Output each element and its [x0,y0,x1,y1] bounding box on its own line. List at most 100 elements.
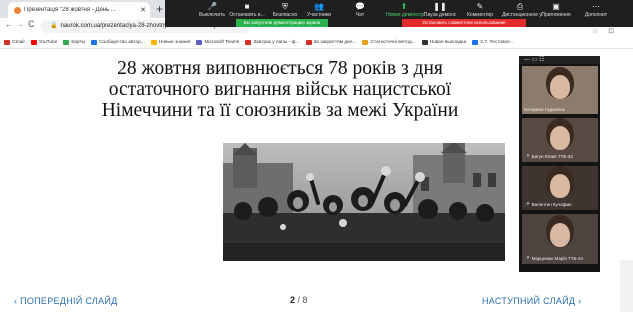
zoom-pause-label: Пауза демонс [423,12,457,18]
bookmarks-bar: Gmail YouTube Карты Сообщество автор... Новы… [0,36,633,49]
bookmark-label: Сообщество автор... [99,39,145,45]
muted-mic-icon: 🎤 [524,256,530,261]
zoom-participants-label: Участники [307,12,331,18]
participant-name-text: Бигун Юлия ТТБ-34 [531,154,573,159]
bookmark-label: Новая выкладка [429,39,467,45]
slide-heading-line: остаточного вигнання військ нацистської [108,79,452,100]
zoom-remote-label: Дистанционное у [502,12,542,18]
bookmark-label: Завтрак у папы - ф... [253,39,300,45]
bookmark-item[interactable]: За закриттям дел... [305,39,357,45]
participant-video-tile[interactable]: 🎤 Валентин Кучафин [522,166,598,210]
zoom-chat-button[interactable]: 💬 Чат [342,2,378,18]
bookmark-favicon-icon [421,39,428,45]
bookmark-item[interactable]: 3.7. Тестовое... [472,39,514,45]
bookmark-item[interactable]: Статистичні метод... [362,39,416,45]
video-icon: ■ [244,2,250,11]
bookmark-item[interactable]: Microsoft Teams [196,39,240,45]
participant-name: 🎤 Бигун Юлия ТТБ-34 [524,154,573,160]
bookmark-label: Microsoft Teams [204,39,240,45]
muted-mic-icon: 🎤 [524,154,530,159]
participant-video-tile[interactable]: 🎤 Марценюк Марія ТТБ-34 [522,214,598,264]
zoom-demo-label: Новая демонстр [386,12,425,18]
bookmark-favicon-icon [245,39,252,45]
bookmark-favicon-icon [362,39,369,45]
current-page: 2 [290,295,296,305]
zoom-video-label: Остановить в... [229,12,265,18]
side-decoration [620,260,633,312]
bookmark-label: 3.7. Тестовое... [480,39,514,45]
muted-mic-icon: 🎤 [524,202,530,207]
screen-share-notice: Вы запустили демонстрацию экрана [236,19,328,27]
participant-name: 🎤 Марценюк Марія ТТБ-34 [524,256,583,262]
bookmark-item[interactable]: Gmail [4,39,25,45]
bookmark-item[interactable]: Завтрак у папы - ф... [245,39,300,45]
chat-icon: 💬 [355,2,365,11]
participant-avatar [550,126,570,150]
bookmark-item[interactable]: Карты [63,39,86,45]
participant-video-tile[interactable]: Катерина Гадзалюк [522,66,598,114]
slide-heading-line: Німеччини та її союзників за межі Україн… [101,100,459,121]
bookmark-item[interactable]: Сообщество автор... [91,39,145,45]
bookmark-item[interactable]: Новая выкладка [421,39,467,45]
bookmark-label: YouTube [38,39,58,45]
participant-avatar [550,174,570,198]
site-favicon-icon [14,6,21,14]
forward-arrow-icon[interactable]: → [16,20,24,29]
zoom-apps-button[interactable]: ▣ Приложения [538,2,574,18]
participant-name-text: Марценюк Марія ТТБ-34 [531,256,583,261]
bookmark-label: Новые знания [158,39,191,45]
zoom-more-button[interactable]: ⋯ Дополнит [578,2,614,18]
next-slide-link[interactable]: НАСТУПНИЙ СЛАЙД › [482,296,581,306]
bookmark-label: Статистичні метод... [370,39,416,45]
tab-close-icon[interactable]: ✕ [140,6,146,14]
zoom-video-button[interactable]: ■ Остановить в... [229,2,265,18]
total-pages: / 8 [297,295,308,305]
demo-icon: ⬆ [400,2,408,11]
participant-name: 🎤 Валентин Кучафин [524,202,571,208]
zoom-chat-label: Чат [355,12,365,18]
minimize-icon[interactable]: — ▭ ☷ [524,56,544,63]
bookmark-favicon-icon [472,39,479,45]
new-tab-button[interactable]: + [156,2,163,16]
tab-title: Презентація "28 жовтня - День ... [24,7,116,13]
participant-panel-header[interactable]: — ▭ ☷ [519,56,600,64]
mute-icon: 🎤 [207,2,217,11]
bookmark-favicon-icon [4,39,10,45]
zoom-apps-label: Приложения [541,12,571,18]
bookmark-favicon-icon [30,39,37,45]
browser-tab[interactable]: Презентація "28 жовтня - День ... ✕ [8,2,150,18]
security-icon: ⛨ [282,2,288,11]
bookmark-item[interactable]: Новые знания [150,39,191,45]
slide-heading-line: 28 жовтня виповнюється 78 років з дня [117,58,443,79]
remote-icon: ⎙ [516,2,524,11]
annotate-icon: ✎ [476,2,484,11]
stop-share-button[interactable]: Остановить совместное использование [402,19,526,27]
bookmark-item[interactable]: YouTube [30,39,58,45]
zoom-annotate-button[interactable]: ✎ Комментир [462,2,498,18]
pause-icon: ❚❚ [433,2,447,11]
participant-avatar [550,223,570,247]
bookmark-label: За закриттям дел... [313,39,357,45]
participant-video-tile[interactable]: 🎤 Бигун Юлия ТТБ-34 [522,118,598,162]
previous-slide-link[interactable]: ‹ ПОПЕРЕДНІЙ СЛАЙД [14,296,118,306]
more-icon: ⋯ [592,2,600,11]
bookmark-favicon-icon [91,39,98,45]
bookmark-favicon-icon [196,39,203,45]
zoom-security-button[interactable]: ⛨ Безопасно [267,2,303,18]
apps-icon: ▣ [552,2,560,11]
zoom-remote-button[interactable]: ⎙ Дистанционное у [502,2,542,18]
participants-icon: 👥 [314,2,324,11]
reload-icon[interactable]: C [28,19,35,29]
zoom-mute-button[interactable]: 🎤 Выключить [194,2,230,18]
back-arrow-icon[interactable]: ← [5,20,13,29]
zoom-participants-button[interactable]: 👥 Участники [301,2,337,18]
zoom-annotate-label: Комментир [467,12,493,18]
lock-icon: 🔒 [50,23,58,29]
bookmark-favicon-icon [150,39,157,45]
participant-avatar [550,75,570,99]
zoom-mute-label: Выключить [198,12,226,18]
slide-heading: 28 жовтня виповнюється 78 років з дня ос… [20,58,540,121]
zoom-demo-button[interactable]: ⬆ Новая демонстр [386,2,425,18]
bookmark-label: Карты [71,39,86,45]
zoom-pause-button[interactable]: ❚❚ Пауза демонс [422,2,458,18]
